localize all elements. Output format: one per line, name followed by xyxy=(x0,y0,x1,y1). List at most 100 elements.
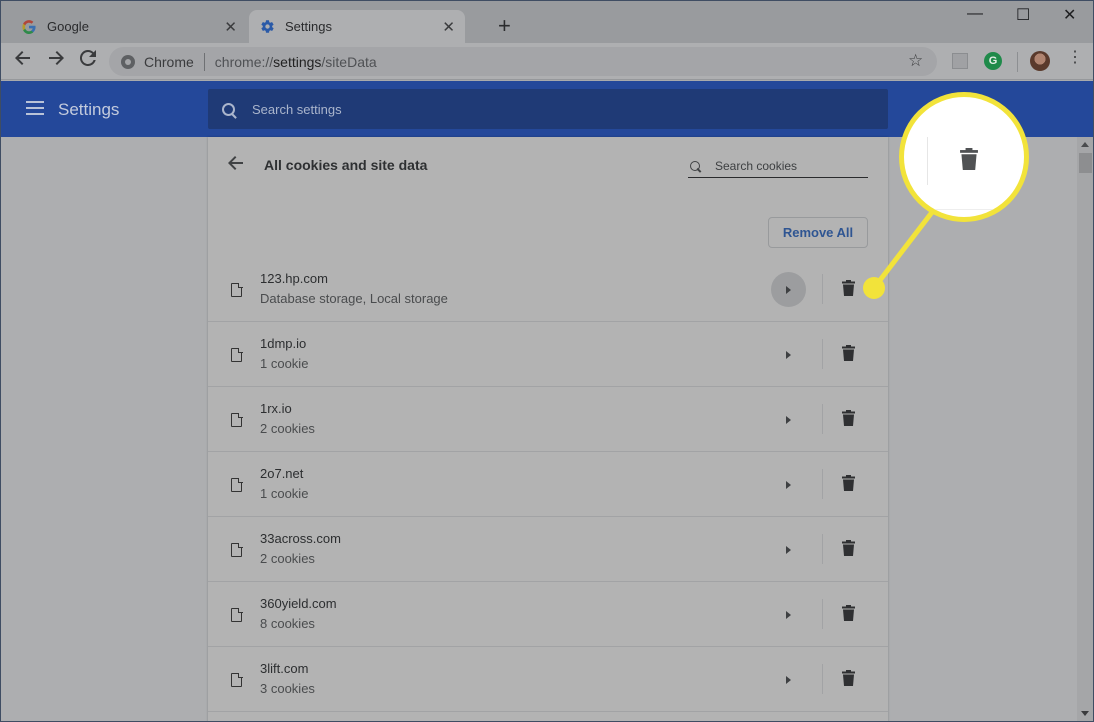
address-bar[interactable]: Chrome chrome://settings/siteData xyxy=(109,47,937,76)
bookmark-star-icon[interactable]: ☆ xyxy=(908,51,923,71)
cookies-card: All cookies and site data Search cookies… xyxy=(208,137,888,721)
expand-arrow-icon[interactable] xyxy=(771,467,806,502)
file-icon xyxy=(231,542,243,557)
maximize-button[interactable]: ☐ xyxy=(1016,5,1030,25)
toolbar-divider xyxy=(1017,52,1018,72)
back-arrow-icon xyxy=(15,51,30,65)
row-divider xyxy=(822,664,823,694)
trash-icon[interactable] xyxy=(842,475,855,491)
reload-icon xyxy=(79,49,96,66)
site-name: 1dmp.io xyxy=(260,336,307,351)
site-name: 123.hp.com xyxy=(260,271,328,286)
expand-arrow-icon[interactable] xyxy=(771,532,806,567)
file-icon xyxy=(231,672,243,687)
list-item[interactable]: 360yield.com 8 cookies xyxy=(208,582,888,647)
row-divider xyxy=(822,534,823,564)
trash-icon xyxy=(960,148,978,175)
callout-magnifier xyxy=(899,92,1029,222)
tab-settings[interactable]: Settings ✕ xyxy=(249,10,465,43)
trash-icon[interactable] xyxy=(842,605,855,621)
settings-title: Settings xyxy=(58,100,120,119)
search-icon xyxy=(222,102,235,116)
more-menu-icon[interactable]: ⋮ xyxy=(1067,50,1083,66)
extension-icon[interactable] xyxy=(952,53,968,69)
list-item[interactable]: 1rx.io 2 cookies xyxy=(208,387,888,452)
expand-arrow-icon[interactable] xyxy=(771,662,806,697)
close-tab-icon[interactable]: ✕ xyxy=(224,18,237,36)
search-settings-placeholder: Search settings xyxy=(252,101,342,117)
list-item[interactable]: 2o7.net 1 cookie xyxy=(208,452,888,517)
gear-icon xyxy=(259,19,275,35)
tab-google[interactable]: Google ✕ xyxy=(11,10,247,43)
scrollbar-thumb[interactable] xyxy=(1079,153,1092,173)
site-name: 1rx.io xyxy=(260,401,292,416)
site-name: 33across.com xyxy=(260,531,341,546)
list-item[interactable]: 123.hp.com Database storage, Local stora… xyxy=(208,257,888,322)
new-tab-button[interactable]: + xyxy=(498,13,511,39)
site-name: 3lift.com xyxy=(260,661,309,676)
tab-title: Google xyxy=(47,19,89,34)
chrome-logo-icon xyxy=(121,54,135,69)
expand-arrow-icon[interactable] xyxy=(771,597,806,632)
site-detail: Database storage, Local storage xyxy=(260,291,448,306)
list-item[interactable]: 1dmp.io 1 cookie xyxy=(208,322,888,387)
expand-arrow-icon[interactable] xyxy=(771,337,806,372)
expand-arrow-icon[interactable] xyxy=(771,272,806,307)
remove-all-button[interactable]: Remove All xyxy=(768,217,868,248)
file-icon xyxy=(231,282,243,297)
scroll-up-arrow-icon[interactable] xyxy=(1081,142,1089,147)
close-window-button[interactable]: ✕ xyxy=(1063,5,1076,25)
site-detail: 1 cookie xyxy=(260,486,309,501)
grammarly-icon[interactable]: G xyxy=(984,52,1002,70)
back-arrow-icon xyxy=(228,156,243,170)
site-detail: 3 cookies xyxy=(260,681,315,696)
forward-arrow-icon xyxy=(49,51,64,65)
zoomed-divider xyxy=(927,137,928,185)
trash-icon[interactable] xyxy=(842,540,855,556)
tab-title: Settings xyxy=(285,19,332,34)
scroll-down-arrow-icon[interactable] xyxy=(1081,711,1089,716)
hamburger-menu-icon[interactable] xyxy=(26,101,44,115)
minimize-button[interactable]: — xyxy=(967,5,983,23)
tab-strip: Google ✕ Settings ✕ + — ☐ ✕ xyxy=(1,1,1093,43)
browser-window: Google ✕ Settings ✕ + — ☐ ✕ Chrome chrom… xyxy=(0,0,1094,722)
trash-icon[interactable] xyxy=(842,345,855,361)
site-name: 2o7.net xyxy=(260,466,304,481)
expand-arrow-icon[interactable] xyxy=(771,402,806,437)
site-detail: 2 cookies xyxy=(260,551,315,566)
file-icon xyxy=(231,347,243,362)
close-tab-icon[interactable]: ✕ xyxy=(442,18,455,36)
browser-toolbar: Chrome chrome://settings/siteData ☆ G ⋮ xyxy=(1,43,1093,80)
site-data-list: 123.hp.com Database storage, Local stora… xyxy=(208,257,888,712)
page-title: All cookies and site data xyxy=(264,157,428,173)
reload-button[interactable] xyxy=(79,49,96,71)
site-name: 360yield.com xyxy=(260,596,337,611)
site-detail: 8 cookies xyxy=(260,616,315,631)
forward-button[interactable] xyxy=(48,50,64,71)
search-icon xyxy=(690,161,700,171)
trash-icon[interactable] xyxy=(842,670,855,686)
file-icon xyxy=(231,477,243,492)
zoomed-row-border xyxy=(927,209,1024,210)
site-label: Chrome xyxy=(144,53,194,70)
url-path: /siteData xyxy=(321,53,377,70)
profile-avatar[interactable] xyxy=(1030,51,1050,71)
list-item[interactable]: 33across.com 2 cookies xyxy=(208,517,888,582)
search-settings-input[interactable]: Search settings xyxy=(208,89,888,129)
card-header: All cookies and site data Search cookies xyxy=(208,137,888,193)
google-g-icon xyxy=(21,19,37,35)
page-scrollbar[interactable] xyxy=(1077,137,1093,721)
row-divider xyxy=(822,274,823,304)
back-button[interactable] xyxy=(15,50,31,71)
search-cookies-input[interactable]: Search cookies xyxy=(688,155,868,178)
file-icon xyxy=(231,412,243,427)
trash-icon[interactable] xyxy=(842,410,855,426)
omnibox-separator xyxy=(203,52,205,71)
row-divider xyxy=(822,599,823,629)
url-scheme: chrome:// xyxy=(214,53,274,70)
site-detail: 1 cookie xyxy=(260,356,309,371)
trash-icon[interactable] xyxy=(842,280,855,296)
list-item[interactable]: 3lift.com 3 cookies xyxy=(208,647,888,712)
back-button[interactable] xyxy=(228,155,244,176)
site-detail: 2 cookies xyxy=(260,421,315,436)
